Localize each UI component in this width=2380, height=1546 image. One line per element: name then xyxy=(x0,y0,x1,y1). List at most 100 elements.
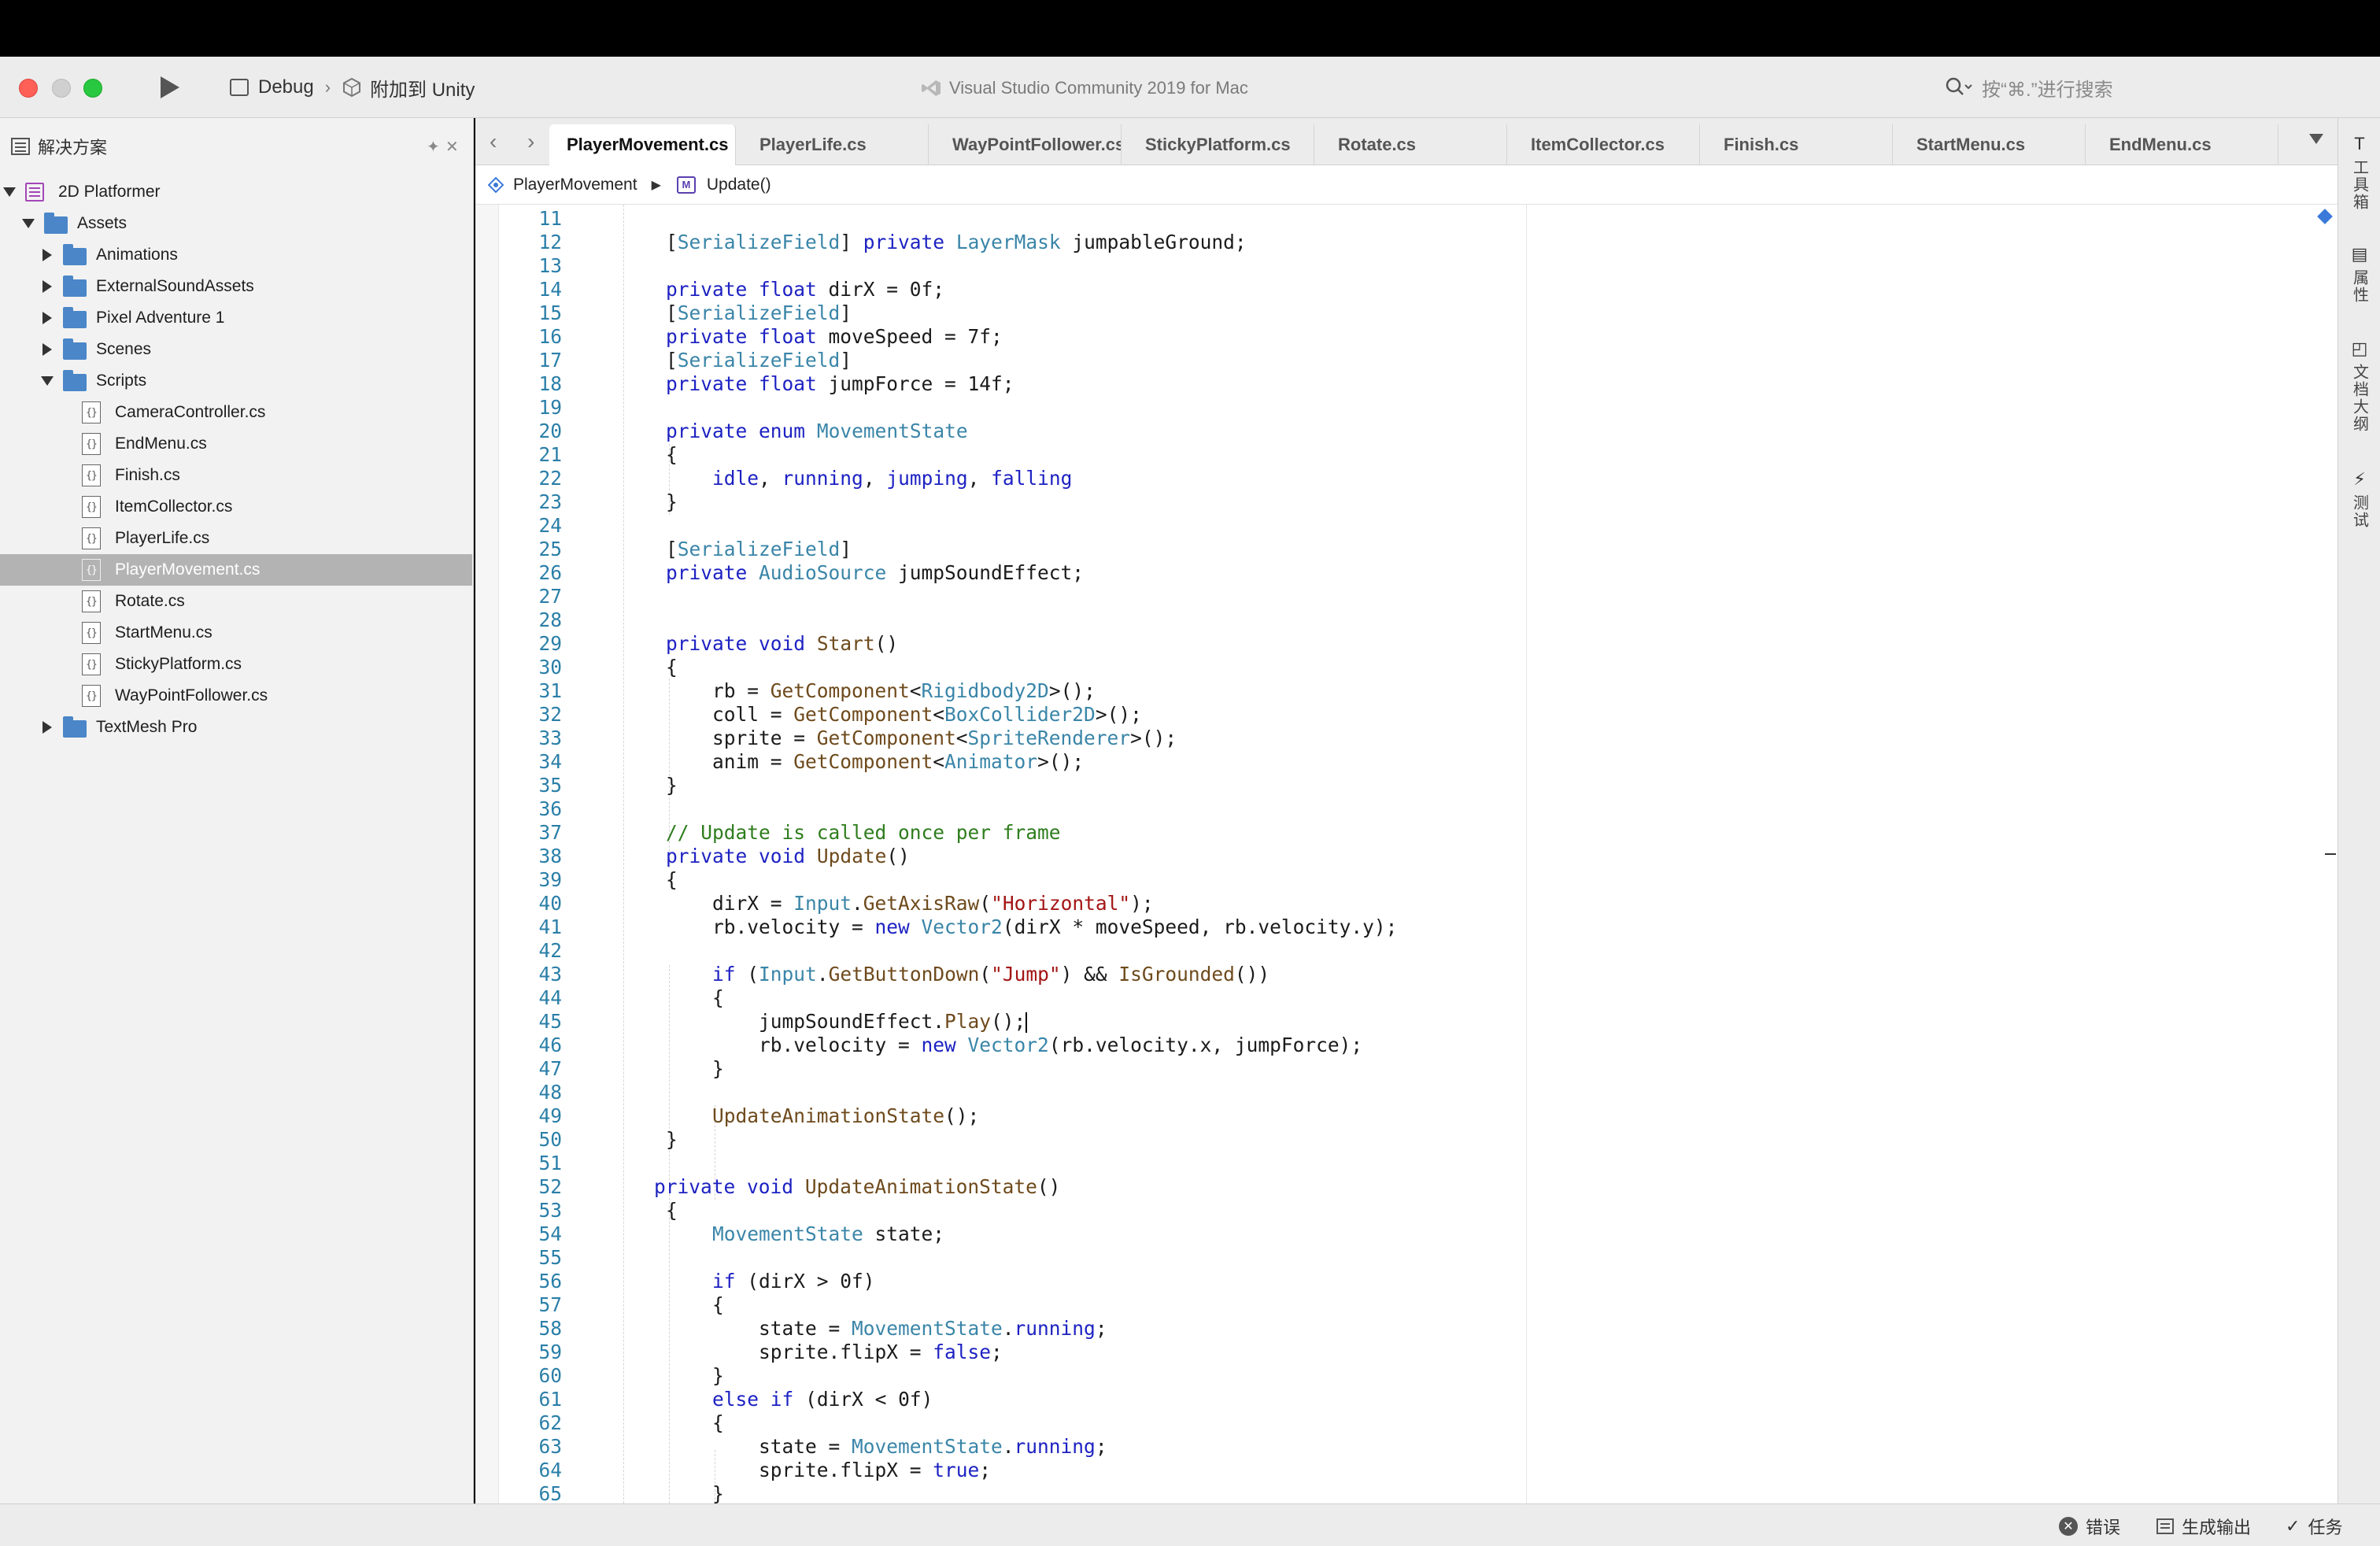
global-search-box[interactable]: 按“⌘.”进行搜索 xyxy=(1944,71,2353,104)
dock-label: 文档大纲 xyxy=(2350,364,2368,433)
editor-tab[interactable]: StickyPlatform.cs xyxy=(1128,124,1314,165)
line-number: 56 xyxy=(538,1269,562,1293)
line-number: 58 xyxy=(538,1316,562,1340)
build-output-pad-button[interactable]: 生成输出 xyxy=(2156,1514,2251,1539)
close-window-button[interactable] xyxy=(19,79,38,98)
errors-label: 错误 xyxy=(2086,1518,2121,1537)
line-number: 51 xyxy=(538,1151,562,1174)
disclosure-closed-icon[interactable] xyxy=(42,721,52,734)
editor-tab[interactable]: PlayerLife.cs xyxy=(742,124,929,165)
editor-tab[interactable]: EndMenu.cs xyxy=(2092,124,2278,165)
navigate-back-icon[interactable]: ‹ xyxy=(490,129,497,154)
run-configuration-selector[interactable]: Debug › 附加到 Unity xyxy=(230,71,475,104)
tree-item-label: PlayerMovement.cs xyxy=(115,560,261,579)
tree-item-file[interactable]: {} Rotate.cs xyxy=(0,586,472,617)
tree-item-file[interactable]: {} StartMenu.cs xyxy=(0,617,472,649)
editor-tab[interactable]: PlayerMovement.cs xyxy=(549,124,736,165)
document-outline-pad-button[interactable]: ◰ 文档大纲 xyxy=(2338,338,2380,433)
tree-item-folder[interactable]: ExternalSoundAssets xyxy=(0,271,472,302)
editor-tab-label: Rotate.cs xyxy=(1338,135,1417,154)
tree-item-folder[interactable]: TextMesh Pro xyxy=(0,712,472,743)
folder-icon xyxy=(63,244,87,265)
tree-item-folder[interactable]: Scenes xyxy=(0,334,472,365)
tree-item-file[interactable]: {} PlayerMovement.cs xyxy=(0,554,472,586)
breadcrumb-separator-icon: ▶ xyxy=(651,178,661,192)
line-number: 32 xyxy=(538,702,562,726)
pin-icon[interactable]: ✦ xyxy=(427,137,440,157)
line-number: 15 xyxy=(538,301,562,324)
tree-item-file[interactable]: {} PlayerLife.cs xyxy=(0,523,472,554)
line-number: 62 xyxy=(538,1411,562,1434)
line-number: 54 xyxy=(538,1222,562,1245)
line-number: 34 xyxy=(538,749,562,773)
test-pad-button[interactable]: ⚡ 测试 xyxy=(2338,469,2380,529)
error-icon: ✕ xyxy=(2059,1517,2078,1536)
line-number: 14 xyxy=(538,277,562,301)
tree-item-file[interactable]: {} StickyPlatform.cs xyxy=(0,649,472,680)
disclosure-open-icon[interactable] xyxy=(3,187,16,197)
tree-item-label: StartMenu.cs xyxy=(115,623,213,642)
tab-list-dropdown-icon[interactable] xyxy=(2309,134,2323,144)
csharp-file-icon: {} xyxy=(82,527,101,549)
tree-item-file[interactable]: {} WayPointFollower.cs xyxy=(0,680,472,712)
editor-tab[interactable]: Rotate.cs xyxy=(1321,124,1507,165)
errors-pad-button[interactable]: ✕ 错误 xyxy=(2059,1514,2120,1539)
line-number: 45 xyxy=(538,1009,562,1033)
line-number: 26 xyxy=(538,560,562,584)
tree-item-folder[interactable]: Assets xyxy=(0,208,472,239)
properties-icon: ▤ xyxy=(2351,244,2368,264)
tasks-pad-button[interactable]: ✓ 任务 xyxy=(2286,1514,2342,1539)
folder-icon xyxy=(63,716,87,738)
code-line-text: sprite.flipX = false; xyxy=(666,1340,1003,1363)
code-line-text: private float moveSpeed = 7f; xyxy=(666,324,1003,348)
line-number: 13 xyxy=(538,253,562,277)
breadcrumb-class[interactable]: PlayerMovement xyxy=(513,176,638,194)
breadcrumb-method[interactable]: Update() xyxy=(707,176,771,194)
code-editor[interactable]: 11 12 [SerializeField] private LayerMask j… xyxy=(475,205,2338,1503)
properties-pad-button[interactable]: ▤ 属性 xyxy=(2338,244,2380,304)
disclosure-closed-icon[interactable] xyxy=(42,312,52,324)
tree-item-folder[interactable]: Animations xyxy=(0,239,472,271)
minimize-window-button[interactable] xyxy=(52,79,71,98)
tree-item-file[interactable]: {} EndMenu.cs xyxy=(0,428,472,460)
toolbox-pad-button[interactable]: T 工具箱 xyxy=(2338,134,2380,211)
folder-icon xyxy=(44,213,68,234)
code-line-text: rb = GetComponent<Rigidbody2D>(); xyxy=(666,679,1096,702)
code-line-text: dirX = Input.GetAxisRaw("Horizontal"); xyxy=(666,891,1154,915)
disclosure-closed-icon[interactable] xyxy=(42,249,52,261)
close-pad-icon[interactable]: ✕ xyxy=(445,137,459,157)
editor-tab[interactable]: WayPointFollower.cs xyxy=(935,124,1122,165)
editor-tab[interactable]: ItemCollector.cs xyxy=(1513,124,1700,165)
disclosure-closed-icon[interactable] xyxy=(42,343,52,356)
tree-item-file[interactable]: {} Finish.cs xyxy=(0,460,472,491)
editor-tab[interactable]: Finish.cs xyxy=(1706,124,1893,165)
tree-item-label: Finish.cs xyxy=(115,466,180,484)
code-line-text: [SerializeField] private LayerMask jumpa… xyxy=(666,230,1247,253)
tree-item-label: TextMesh Pro xyxy=(96,718,198,736)
line-number: 52 xyxy=(538,1174,562,1198)
right-margin-line xyxy=(1526,205,1527,1503)
code-line-text: else if (dirX < 0f) xyxy=(712,1387,933,1411)
document-tab-bar: ‹ › PlayerMovement.cs PlayerLife.cs WayPoi… xyxy=(475,118,2338,165)
tree-item-file[interactable]: {} CameraController.cs xyxy=(0,397,472,428)
dock-label: 测试 xyxy=(2350,494,2368,529)
tree-item-project[interactable]: 2D Platformer xyxy=(0,176,472,208)
line-number: 61 xyxy=(538,1387,562,1411)
tree-item-file[interactable]: {} ItemCollector.cs xyxy=(0,491,472,523)
disclosure-open-icon[interactable] xyxy=(22,219,35,228)
code-line-text: } xyxy=(666,1481,724,1504)
run-button[interactable] xyxy=(156,74,183,101)
build-configuration-icon xyxy=(230,79,249,96)
tree-item-folder[interactable]: Scripts xyxy=(0,365,472,397)
visual-studio-logo-icon xyxy=(922,80,941,96)
code-line-text: UpdateAnimationState(); xyxy=(712,1104,980,1127)
indent-guide xyxy=(623,205,624,1503)
disclosure-open-icon[interactable] xyxy=(41,376,54,386)
zoom-window-button[interactable] xyxy=(83,79,102,98)
caret-position-marker-icon xyxy=(2317,209,2333,224)
code-line-text: { xyxy=(666,1293,724,1316)
tree-item-folder[interactable]: Pixel Adventure 1 xyxy=(0,302,472,334)
disclosure-closed-icon[interactable] xyxy=(42,280,52,293)
editor-tab[interactable]: StartMenu.cs xyxy=(1899,124,2086,165)
navigate-forward-icon[interactable]: › xyxy=(527,129,534,154)
